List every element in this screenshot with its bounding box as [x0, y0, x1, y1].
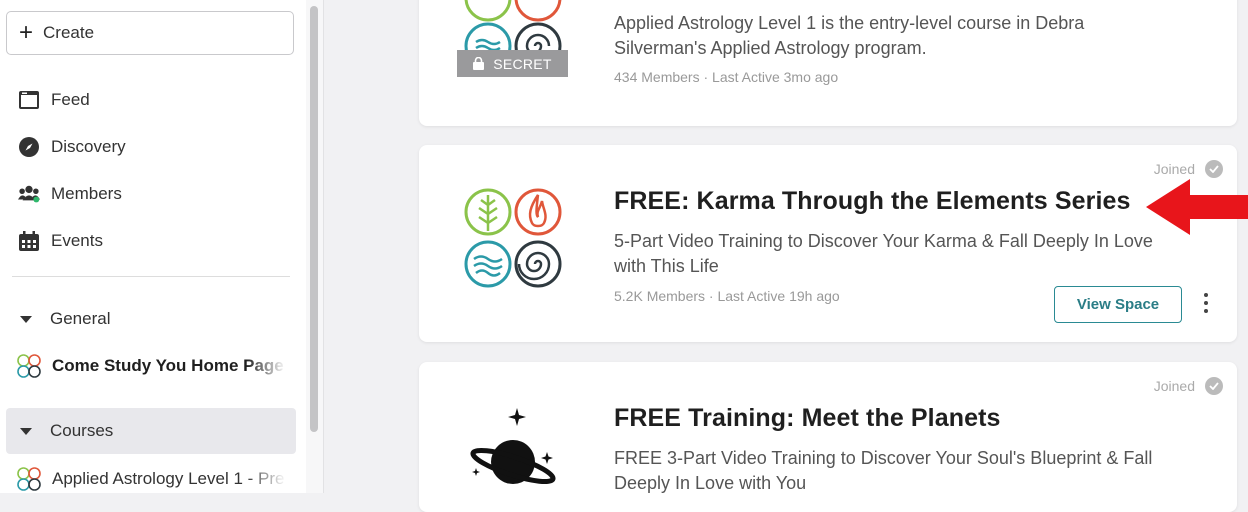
- card-meta: 5.2K Members · Last Active 19h ago: [614, 288, 840, 304]
- calendar-icon: [18, 230, 40, 252]
- planet-icon: [470, 408, 556, 485]
- feed-icon: [18, 89, 40, 111]
- sidebar: + Create Feed Discovery Members Events G…: [0, 0, 306, 493]
- sidebar-divider: [12, 276, 290, 277]
- create-button[interactable]: + Create: [6, 11, 294, 55]
- sidebar-item-discovery[interactable]: Discovery: [18, 132, 126, 162]
- space-link-home[interactable]: Come Study You Home Page: [16, 353, 286, 379]
- card-meta: 434 Members · Last Active 3mo ago: [614, 69, 839, 85]
- card-title[interactable]: FREE Training: Meet the Planets: [614, 404, 1001, 433]
- members-icon: [18, 183, 40, 205]
- plus-icon: +: [19, 19, 34, 46]
- joined-label: Joined: [1153, 161, 1195, 177]
- sidebar-item-label: Members: [51, 184, 122, 203]
- check-icon: [1205, 160, 1223, 178]
- lock-icon: [473, 57, 485, 70]
- sidebar-item-members[interactable]: Members: [18, 179, 122, 209]
- red-arrow-annotation: [1146, 179, 1248, 235]
- card-description: Applied Astrology Level 1 is the entry-l…: [614, 13, 1085, 58]
- joined-status: Joined: [1154, 377, 1223, 395]
- check-icon: [1205, 377, 1223, 395]
- elements-logo-icon: [17, 467, 41, 491]
- card-description: 5-Part Video Training to Discover Your K…: [614, 231, 1153, 276]
- section-general[interactable]: General: [20, 309, 110, 329]
- space-link-applied-astrology[interactable]: Applied Astrology Level 1 - Pre: [16, 466, 286, 492]
- view-space-button[interactable]: View Space: [1054, 286, 1182, 323]
- joined-status: Joined: [1154, 160, 1223, 178]
- caret-down-icon: [20, 427, 32, 435]
- joined-label: Joined: [1153, 378, 1195, 394]
- elements-logo-icon: [464, 188, 562, 288]
- sidebar-item-label: Events: [51, 231, 103, 250]
- sidebar-item-label: Discovery: [51, 137, 126, 156]
- text-fade: [246, 353, 286, 379]
- card-description: FREE 3-Part Video Training to Discover Y…: [614, 448, 1153, 493]
- section-courses[interactable]: Courses: [20, 421, 113, 441]
- space-card-karma[interactable]: Joined FREE: Karma Through the Elements …: [419, 145, 1237, 342]
- text-fade: [246, 466, 286, 492]
- card-title[interactable]: FREE: Karma Through the Elements Series: [614, 187, 1131, 216]
- badge-label: SECRET: [493, 55, 552, 72]
- space-card-applied-astrology[interactable]: SECRET Applied Astrology Level 1 is the …: [419, 0, 1237, 126]
- scrollbar-thumb[interactable]: [310, 6, 318, 432]
- elements-logo-icon: [17, 354, 41, 378]
- sidebar-item-events[interactable]: Events: [18, 226, 103, 256]
- section-label: Courses: [50, 421, 114, 440]
- section-label: General: [50, 309, 111, 328]
- sidebar-scrollbar[interactable]: [306, 0, 324, 493]
- sidebar-item-label: Feed: [51, 90, 90, 109]
- sidebar-item-feed[interactable]: Feed: [18, 85, 90, 115]
- caret-down-icon: [20, 315, 32, 323]
- create-label: Create: [43, 23, 95, 42]
- secret-badge: SECRET: [457, 50, 568, 77]
- space-card-planets[interactable]: Joined FREE Training: Meet the Planets F…: [419, 362, 1237, 512]
- more-options-icon[interactable]: [1202, 293, 1210, 313]
- compass-icon: [18, 136, 40, 158]
